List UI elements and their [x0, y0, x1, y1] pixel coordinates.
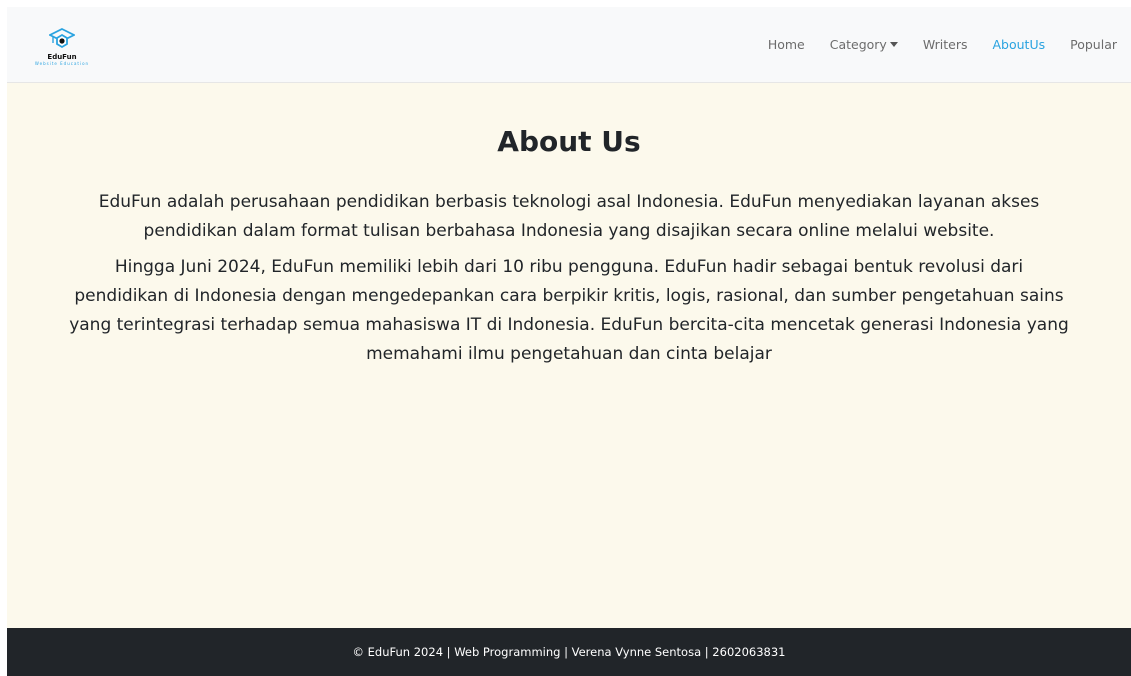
nav-menu: Home Category Writers AboutUs Popular [743, 7, 1117, 82]
navbar: EduFun Website Education Home Category W… [7, 7, 1131, 83]
about-paragraph-1: EduFun adalah perusahaan pendidikan berb… [98, 192, 1040, 241]
page: EduFun Website Education Home Category W… [7, 7, 1131, 676]
brand-logo[interactable]: EduFun Website Education [27, 27, 97, 66]
nav-home-label: Home [767, 37, 805, 52]
nav-aboutus-link[interactable]: AboutUs [993, 37, 1046, 52]
page-title: About Us [497, 125, 641, 158]
main-content: About Us EduFun adalah perusahaan pendid… [7, 83, 1131, 628]
about-paragraph-2: Hingga Juni 2024, EduFun memiliki lebih … [69, 257, 1069, 364]
footer-text: © EduFun 2024 | Web Programming | Verena… [352, 645, 786, 659]
footer: © EduFun 2024 | Web Programming | Verena… [7, 628, 1131, 676]
nav-popular-label: Popular [1070, 37, 1117, 52]
graduation-cap-hexagon-icon [49, 27, 75, 52]
brand-tagline: Website Education [34, 60, 90, 66]
caret-down-icon [889, 42, 898, 47]
nav-writers-link[interactable]: Writers [923, 37, 968, 52]
nav-writers-label: Writers [922, 37, 968, 52]
nav-home-link[interactable]: Home [768, 37, 805, 52]
brand-name: EduFun [47, 52, 77, 61]
nav-category-label: Category [829, 37, 887, 52]
nav-category-dropdown[interactable]: Category [830, 37, 898, 52]
about-text: EduFun adalah perusahaan pendidikan berb… [69, 188, 1069, 376]
nav-aboutus-label: AboutUs [992, 37, 1046, 52]
nav-popular-link[interactable]: Popular [1070, 37, 1117, 52]
